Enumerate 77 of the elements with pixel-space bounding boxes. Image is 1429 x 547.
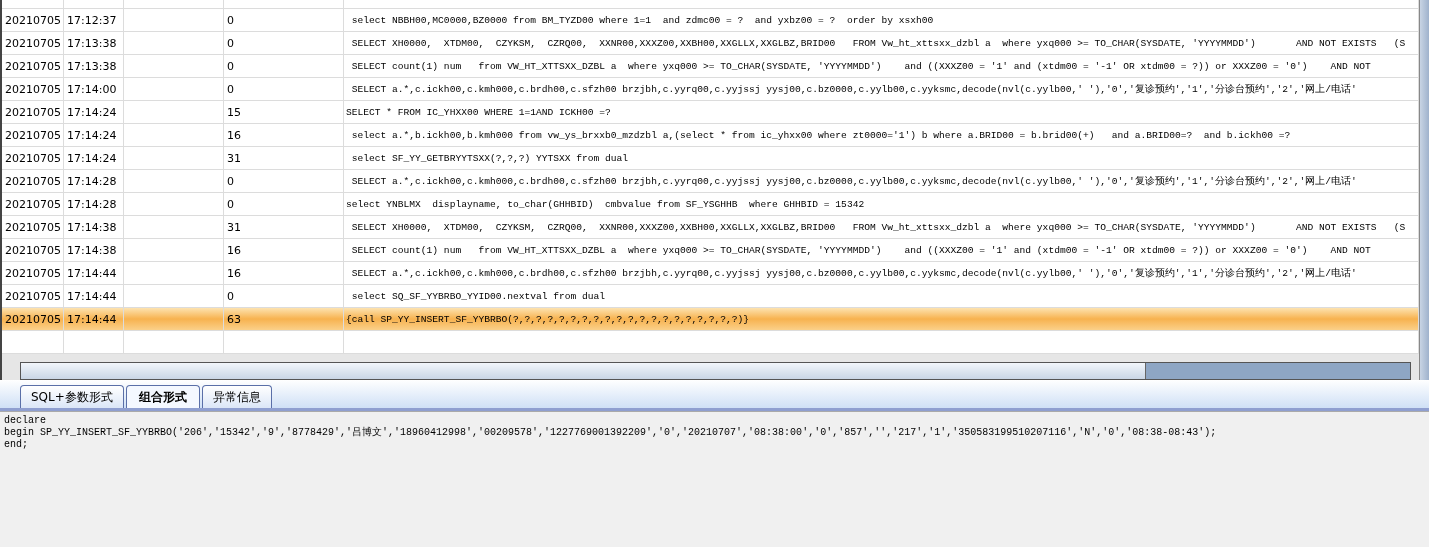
tab[interactable]: 组合形式: [125, 385, 200, 408]
sql-cell-text: select SQ_SF_YYBRBO_YYID00.nextval from dual: [350, 290, 606, 302]
date-cell: 20210705: [5, 220, 61, 234]
date-cell: 20210705: [5, 36, 61, 50]
tab[interactable]: 异常信息: [201, 385, 272, 408]
time-cell: 17:14:24: [67, 151, 117, 165]
log-row[interactable]: 20210705 17:14:38 31 SELECT XH0000, XTDM00, CZYKSM, CZRQ00, XXNR00,XXXZ00,XXBH00,XXGLLX,XXGLBZ,BRID00 FROM Vw_ht_xttsxx_dzbl a where yxq000 >= TO_CHAR(SYSDATE, 'YYYYMMDD') AND NOT EXISTS (S: [2, 216, 1419, 239]
sql-cell: SELECT * FROM IC_YHXX00 WHERE 1=1AND ICKH00 =?: [346, 106, 611, 118]
sql-cell-text: select NBBH00,MC0000,BZ0000 from BM_TYZD00 where 1=1 and zdmc00 = ? and yxbz00 = ? order by xsxh00: [350, 14, 934, 26]
code-line: declare: [4, 415, 47, 427]
date-cell: 20210705: [5, 174, 61, 188]
log-row[interactable]: 20210705 17:14:24 15 SELECT * FROM IC_YHXX00 WHERE 1=1AND ICKH00 =?: [2, 101, 1419, 124]
log-row[interactable]: 20210705 17:14:44 0 select SQ_SF_YYBRBO_YYID00.nextval from dual: [2, 285, 1419, 308]
sql-cell-text: SELECT a.*,c.ickh00,c.kmh000,c.brdh00,c.sfzh00 brzjbh,c.yyrq00,c.yyjssj yysj00,c.bz0000,c.yylb00,c.yyksmc,decode(nvl(c.yylb00,' '),'0','复诊预约','1','分诊台预约','2','网上/电话': [350, 82, 1357, 96]
date-cell: 20210705: [5, 82, 61, 96]
date-cell: 20210705: [5, 197, 61, 211]
sql-cell: {call SP_YY_INSERT_SF_YYBRBO(?,?,?,?,?,?,?,?,?,?,?,?,?,?,?,?,?,?,?,?)}: [346, 313, 749, 325]
sql-cell-text: SELECT XH0000, XTDM00, CZYKSM, CZRQ00, XXNR00,XXXZ00,XXBH00,XXGLLX,XXGLBZ,BRID00 FROM Vw_ht_xttsxx_dzbl a where yxq000 >= TO_CHAR(SYSDATE, 'YYYYMMDD') AND NOT EXISTS (S: [350, 221, 1406, 233]
vertical-scrollbar[interactable]: [1419, 0, 1429, 380]
duration-cell: 0: [227, 82, 234, 96]
duration-cell: 0: [227, 13, 234, 27]
sql-cell-text: SELECT a.*,c.ickh00,c.kmh000,c.brdh00,c.sfzh00 brzjbh,c.yyrq00,c.yyjssj yysj00,c.bz0000,c.yylb00,c.yyksmc,decode(nvl(c.yylb00,' '),'0','复诊预约','1','分诊台预约','2','网上/电话': [350, 174, 1357, 188]
time-cell: 17:13:38: [67, 59, 117, 73]
log-row[interactable]: 20210705 17:14:44 16 SELECT a.*,c.ickh00,c.kmh000,c.brdh00,c.sfzh00 brzjbh,c.yyrq00,c.yyjssj yysj00,c.bz0000,c.yylb00,c.yyksmc,decode(nvl(c.yylb00,' '),'0','复诊预约','1','分诊台预约','2','网上/电话': [2, 262, 1419, 285]
log-row[interactable]: 20210705 17:14:44 63 {call SP_YY_INSERT_SF_YYBRBO(?,?,?,?,?,?,?,?,?,?,?,?,?,?,?,?,?,?,?,?)}: [2, 308, 1419, 331]
date-cell: 20210705: [5, 289, 61, 303]
duration-cell: 63: [227, 312, 241, 326]
time-cell: 17:12:37: [67, 13, 117, 27]
log-row[interactable]: 20210705 17:12:37 0 select NBBH00,MC0000,BZ0000 from BM_TYZD00 where 1=1 and zdmc00 = ? and yxbz00 = ? order by xsxh00: [2, 9, 1419, 32]
sql-cell-text: select SF_YY_GETBRYYTSXX(?,?,?) YYTSXX from dual: [350, 152, 629, 164]
tab[interactable]: SQL+参数形式: [20, 385, 124, 408]
time-cell: 17:14:24: [67, 105, 117, 119]
log-row[interactable]: 20210705 17:13:38 0 SELECT XH0000, XTDM00, CZYKSM, CZRQ00, XXNR00,XXXZ00,XXBH00,XXGLLX,XXGLBZ,BRID00 FROM Vw_ht_xttsxx_dzbl a where yxq000 >= TO_CHAR(SYSDATE, 'YYYYMMDD') AND NOT EXISTS (S: [2, 32, 1419, 55]
sql-cell-text: select a.*,b.ickh00,b.kmh000 from vw_ys_brxxb0_mzdzbl a,(select * from ic_yhxx00 where zt0000='1') b where a.BRID00 = b.brid00(+) and a.BRID00=? and b.ickh00 =?: [350, 129, 1291, 141]
time-cell: 17:14:28: [67, 197, 117, 211]
duration-cell: 16: [227, 266, 241, 280]
date-cell: 20210705: [5, 13, 61, 27]
log-row[interactable]: 20210705 17:14:38 16 SELECT count(1) num from VW_HT_XTTSXX_DZBL a where yxq000 >= TO_CHAR(SYSDATE, 'YYYYMMDD') and ((XXXZ00 = '1' and (xtdm00 = '-1' OR xtdm00 = ?)) or XXXZ00 = '0') AND NOT: [2, 239, 1419, 262]
date-cell: 20210705: [5, 128, 61, 142]
date-cell: 20210705: [5, 151, 61, 165]
duration-cell: 31: [227, 220, 241, 234]
log-row[interactable]: 20210705 17:14:24 16 select a.*,b.ickh00,b.kmh000 from vw_ys_brxxb0_mzdzbl a,(select * from ic_yhxx00 where zt0000='1') b where a.BRID00 = b.brid00(+) and a.BRID00=? and b.ickh00 =?: [2, 124, 1419, 147]
time-cell: 17:14:28: [67, 174, 117, 188]
duration-cell: 0: [227, 59, 234, 73]
duration-cell: 0: [227, 174, 234, 188]
date-cell: 20210705: [5, 266, 61, 280]
time-cell: 17:14:44: [67, 266, 117, 280]
date-cell: 20210705: [5, 105, 61, 119]
duration-cell: 16: [227, 243, 241, 257]
log-row[interactable]: 20210705 17:14:24 31 select SF_YY_GETBRYYTSXX(?,?,?) YYTSXX from dual: [2, 147, 1419, 170]
log-row[interactable]: 20210705 17:14:28 0 select YNBLMX displayname, to_char(GHHBID) cmbvalue from SF_YSGHHB where GHHBID = 15342: [2, 193, 1419, 216]
time-cell: 17:13:38: [67, 36, 117, 50]
duration-cell: 0: [227, 197, 234, 211]
time-cell: 17:14:24: [67, 128, 117, 142]
code-line: end;: [4, 439, 29, 451]
duration-cell: 31: [227, 151, 241, 165]
sql-cell-text: SELECT XH0000, XTDM00, CZYKSM, CZRQ00, XXNR00,XXXZ00,XXBH00,XXGLLX,XXGLBZ,BRID00 FROM Vw_ht_xttsxx_dzbl a where yxq000 >= TO_CHAR(SYSDATE, 'YYYYMMDD') AND NOT EXISTS (S: [350, 37, 1406, 49]
sql-cell-text: SELECT count(1) num from VW_HT_XTTSXX_DZBL a where yxq000 >= TO_CHAR(SYSDATE, 'YYYYMMDD') and ((XXXZ00 = '1' and (xtdm00 = '-1' OR xtdm00 = ?)) or XXXZ00 = '0') AND NOT: [350, 244, 1371, 256]
duration-cell: 15: [227, 105, 241, 119]
sql-cell-text: SELECT a.*,c.ickh00,c.kmh000,c.brdh00,c.sfzh00 brzjbh,c.yyrq00,c.yyjssj yysj00,c.bz0000,c.yylb00,c.yyksmc,decode(nvl(c.yylb00,' '),'0','复诊预约','1','分诊台预约','2','网上/电话': [350, 266, 1357, 280]
log-row[interactable]: 20210705 17:13:38 0 SELECT count(1) num from VW_HT_XTTSXX_DZBL a where yxq000 >= TO_CHAR(SYSDATE, 'YYYYMMDD') and ((XXXZ00 = '1' and (xtdm00 = '-1' OR xtdm00 = ?)) or XXXZ00 = '0') AND NOT: [2, 55, 1419, 78]
time-cell: 17:14:44: [67, 312, 117, 326]
log-row[interactable]: 20210705 17:14:28 0 SELECT a.*,c.ickh00,c.kmh000,c.brdh00,c.sfzh00 brzjbh,c.yyrq00,c.yyjssj yysj00,c.bz0000,c.yylb00,c.yyksmc,decode(nvl(c.yylb00,' '),'0','复诊预约','1','分诊台预约','2','网上/电话': [2, 170, 1419, 193]
date-cell: 20210705: [5, 59, 61, 73]
log-row[interactable]: 20210705 17:14:00 0 SELECT a.*,c.ickh00,c.kmh000,c.brdh00,c.sfzh00 brzjbh,c.yyrq00,c.yyjssj yysj00,c.bz0000,c.yylb00,c.yyksmc,decode(nvl(c.yylb00,' '),'0','复诊预约','1','分诊台预约','2','网上/电话': [2, 78, 1419, 101]
time-cell: 17:14:38: [67, 220, 117, 234]
duration-cell: 0: [227, 36, 234, 50]
time-cell: 17:14:38: [67, 243, 117, 257]
sql-cell: select YNBLMX displayname, to_char(GHHBID) cmbvalue from SF_YSGHHB where GHHBID = 15342: [346, 198, 865, 210]
time-cell: 17:14:00: [67, 82, 117, 96]
duration-cell: 16: [227, 128, 241, 142]
code-line: begin SP_YY_INSERT_SF_YYBRBO('206','15342','9','8778429','吕博文','18960412998','00209578','1227769001392209','0','20210707','08:38:00','0','857','','217','1','350583199510207116','N','0','08:38-08:43');: [4, 427, 1218, 439]
date-cell: 20210705: [5, 243, 61, 257]
sql-cell-text: SELECT count(1) num from VW_HT_XTTSXX_DZBL a where yxq000 >= TO_CHAR(SYSDATE, 'YYYYMMDD') and ((XXXZ00 = '1' and (xtdm00 = '-1' OR xtdm00 = ?)) or XXXZ00 = '0') AND NOT: [350, 60, 1371, 72]
time-cell: 17:14:44: [67, 289, 117, 303]
date-cell: 20210705: [5, 312, 61, 326]
duration-cell: 0: [227, 289, 234, 303]
